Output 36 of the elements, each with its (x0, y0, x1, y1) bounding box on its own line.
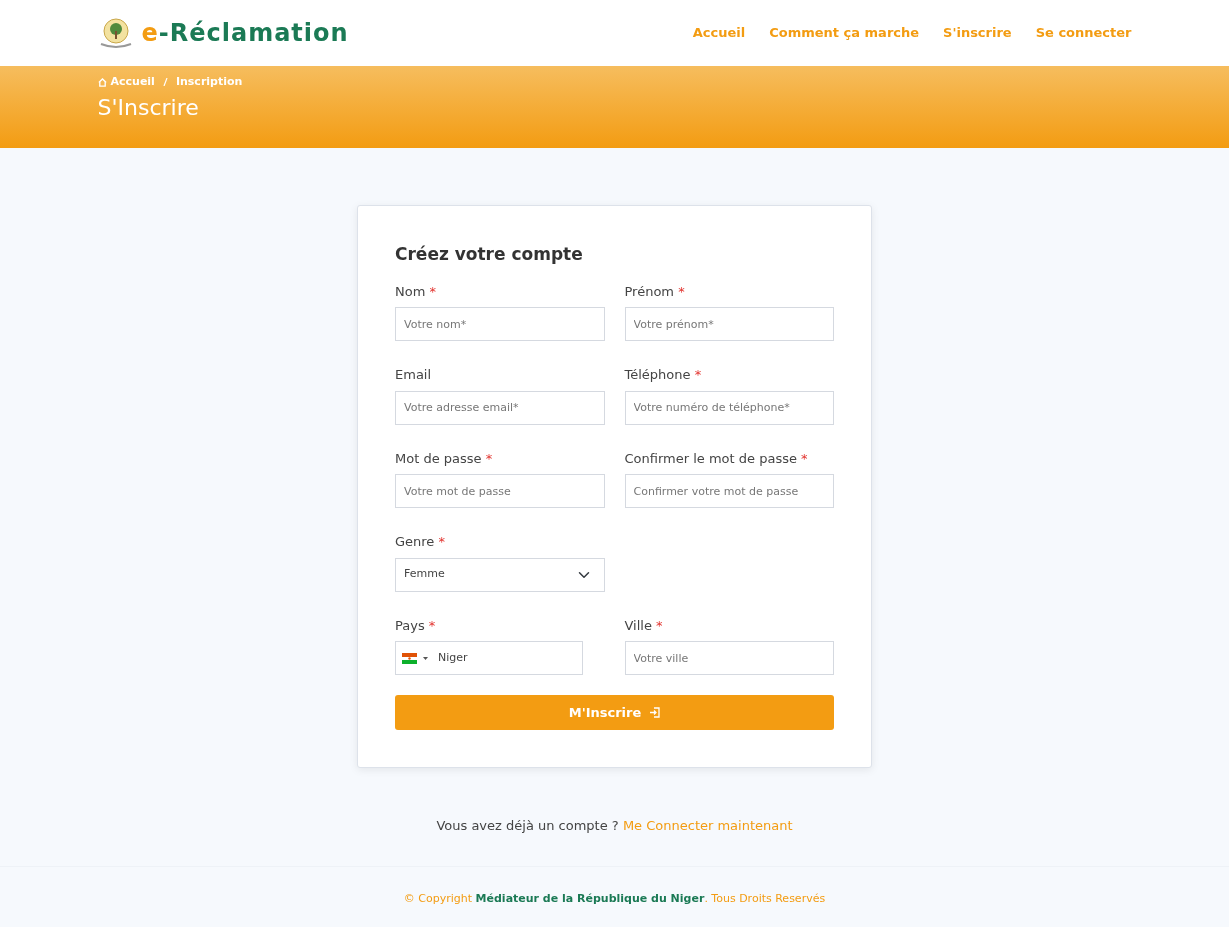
prompt-text: Vous avez déjà un compte ? (436, 818, 619, 833)
login-icon (649, 707, 661, 718)
breadcrumb-separator-icon (162, 78, 168, 87)
breadcrumb-current: Inscription (175, 74, 243, 90)
input-field[interactable]: Votre nom* (395, 307, 605, 341)
submit-button[interactable]: M'Inscrire (395, 695, 834, 730)
nav-link[interactable]: Accueil (692, 23, 746, 43)
nav-link[interactable]: S'inscrire (943, 23, 1012, 43)
login-link[interactable]: Me Connecter maintenant (622, 818, 793, 833)
input-field[interactable]: Votre mot de passe (395, 474, 605, 508)
field-label: Ville * (624, 616, 664, 635)
page-title: S'Inscrire (97, 94, 200, 121)
flag-icon (402, 652, 417, 664)
field-label: Confirmer le mot de passe * (624, 449, 809, 468)
breadcrumb-link[interactable]: Accueil (97, 74, 155, 91)
logo-text[interactable]: e-Réclamation (141, 15, 349, 51)
field-label: Téléphone * (624, 366, 703, 384)
country-select[interactable]: Niger (395, 641, 583, 675)
nav-link[interactable]: Se connecter (1035, 23, 1132, 43)
input-field[interactable]: Votre ville (624, 641, 834, 675)
copyright-text: © Copyright Médiateur de la République du Niger. Tous Droits Reservés (403, 890, 826, 907)
home-icon (97, 77, 107, 87)
form-title: Créez votre compte (395, 243, 584, 266)
field-label: Prénom * (624, 282, 686, 301)
input-field[interactable]: Votre numéro de téléphone* (624, 390, 834, 425)
input-field[interactable]: Votre prénom* (624, 307, 834, 341)
input-field[interactable]: Votre adresse email* (395, 390, 605, 425)
caret-icon (423, 656, 428, 660)
field-label: Pays * (395, 616, 437, 635)
field-label: Nom * (395, 282, 437, 301)
field-label: Email (395, 366, 433, 384)
select-field[interactable]: Femme (395, 557, 605, 592)
field-label: Genre * (395, 533, 446, 551)
nav-link[interactable]: Comment ça marche (769, 23, 920, 43)
input-field[interactable]: Confirmer votre mot de passe (624, 474, 834, 508)
field-label: Mot de passe * (395, 449, 494, 468)
